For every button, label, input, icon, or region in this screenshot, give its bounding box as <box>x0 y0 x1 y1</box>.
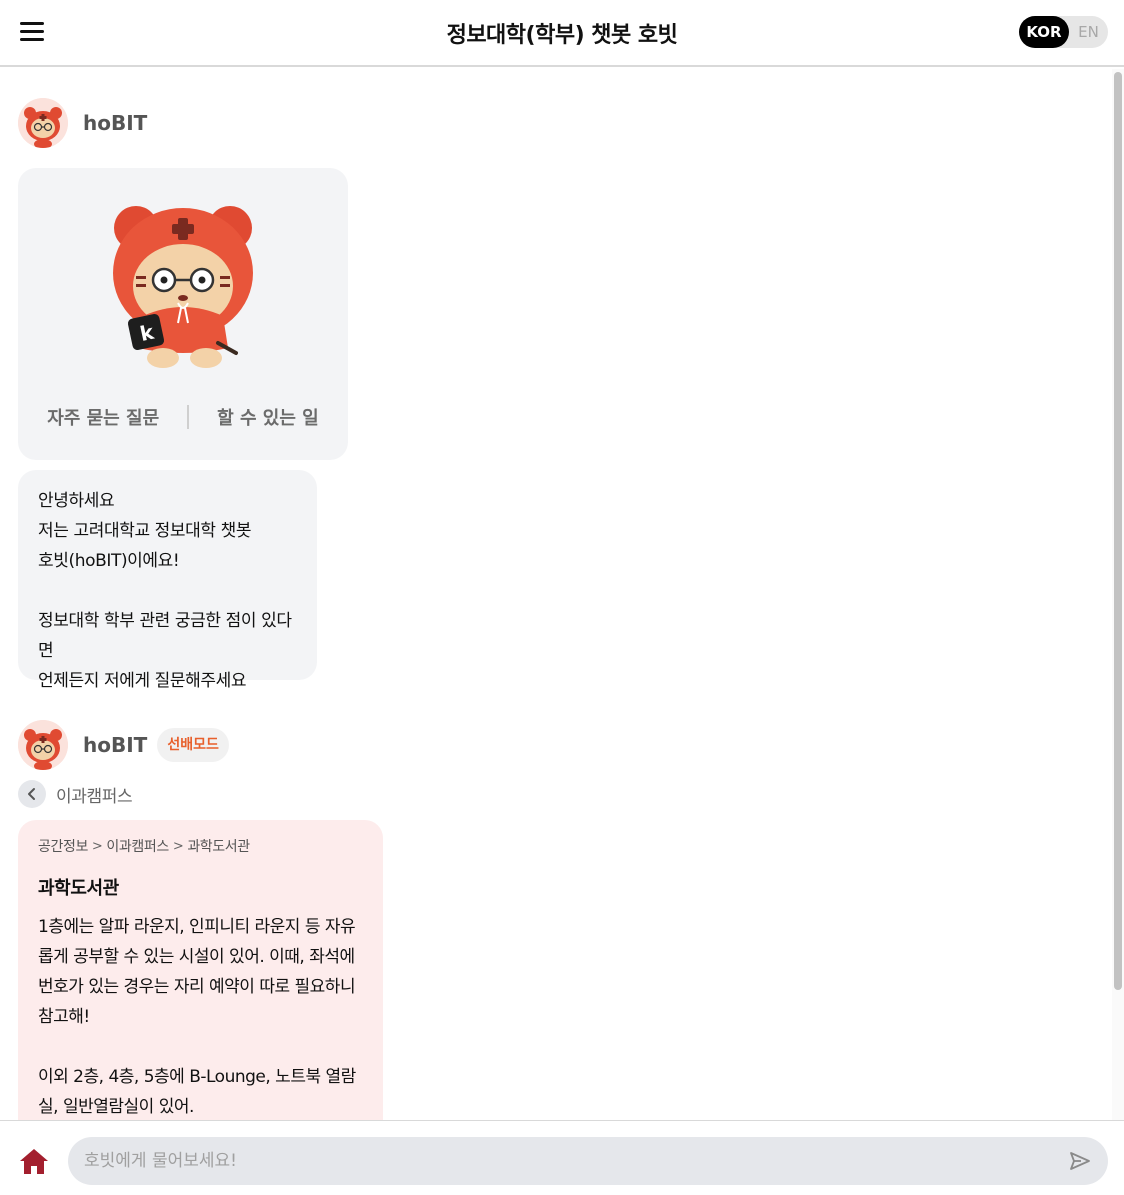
mascot-illustration: k <box>113 206 253 368</box>
welcome-card: k 자주 묻는 질문 할 수 있는 일 <box>18 168 348 460</box>
quick-links: 자주 묻는 질문 할 수 있는 일 <box>18 404 348 430</box>
chatbot-app: 정보대학(학부) 챗봇 호빗 KOR EN hoBIT k 자주 묻는 질문 할… <box>0 0 1124 1195</box>
breadcrumb-item: 이과캠퍼스 <box>106 839 169 855</box>
tiger-mascot-icon <box>18 98 68 148</box>
greeting-line: 저는 고려대학교 정보대학 챗봇 <box>38 521 252 541</box>
bot-avatar <box>18 720 68 770</box>
faq-link[interactable]: 자주 묻는 질문 <box>47 404 159 430</box>
back-button[interactable]: 이과캠퍼스 <box>18 780 133 808</box>
breadcrumb: 공간정보 > 이과캠퍼스 > 과학도서관 <box>38 836 363 856</box>
top-header: 정보대학(학부) 챗봇 호빗 KOR EN <box>0 0 1124 67</box>
chat-input-wrapper[interactable] <box>68 1137 1108 1185</box>
page-title: 정보대학(학부) 챗봇 호빗 <box>446 23 678 48</box>
chevron-right-icon: > <box>172 838 184 854</box>
back-label[interactable]: 이과캠퍼스 <box>56 782 133 807</box>
bot-name: hoBIT <box>83 733 148 757</box>
bot-avatar <box>18 98 68 148</box>
composer-bar <box>0 1120 1124 1195</box>
answer-title: 과학도서관 <box>38 878 119 899</box>
divider <box>187 405 190 429</box>
greeting-line: 언제든지 저에게 질문해주세요 <box>38 671 247 691</box>
lang-kor-button[interactable]: KOR <box>1019 16 1069 48</box>
language-toggle[interactable]: KOR EN <box>1019 16 1108 48</box>
greeting-message: 안녕하세요 저는 고려대학교 정보대학 챗봇 호빗(hoBIT)이에요! 정보대… <box>18 470 317 691</box>
breadcrumb-item: 과학도서관 <box>187 839 250 855</box>
chevron-left-icon[interactable] <box>18 780 46 808</box>
greeting-line: 호빗(hoBIT)이에요! <box>38 551 180 571</box>
greeting-line: 안녕하세요 <box>38 491 115 511</box>
scrollbar-thumb[interactable] <box>1114 72 1122 990</box>
breadcrumb-item: 공간정보 <box>38 839 88 855</box>
bot-header: hoBIT 선배모드 <box>18 720 229 770</box>
bot-header: hoBIT <box>18 98 147 148</box>
capabilities-link[interactable]: 할 수 있는 일 <box>217 404 319 430</box>
answer-card: 공간정보 > 이과캠퍼스 > 과학도서관 과학도서관 1층에는 알파 라운지, … <box>18 820 383 1120</box>
send-icon[interactable] <box>1069 1150 1091 1172</box>
chat-scroll-area[interactable]: hoBIT k 자주 묻는 질문 할 수 있는 일 안녕하세요 저는 고려대학교… <box>0 69 1124 1120</box>
bot-name: hoBIT <box>83 111 148 135</box>
answer-body: 1층에는 알파 라운지, 인피니티 라운지 등 자유롭게 공부할 수 있는 시설… <box>38 912 363 1120</box>
senior-mode-badge: 선배모드 <box>157 728 229 762</box>
answer-paragraph: 1층에는 알파 라운지, 인피니티 라운지 등 자유롭게 공부할 수 있는 시설… <box>38 917 356 1027</box>
home-icon[interactable] <box>19 1147 49 1175</box>
chat-input[interactable] <box>84 1137 1044 1185</box>
scrollbar-track[interactable] <box>1112 69 1124 1120</box>
tiger-mascot-icon <box>18 720 68 770</box>
chevron-right-icon: > <box>91 838 103 854</box>
lang-en-button[interactable]: EN <box>1069 16 1108 48</box>
greeting-line: 정보대학 학부 관련 궁금한 점이 있다면 <box>38 611 292 661</box>
answer-paragraph: 이외 2층, 4층, 5층에 B-Lounge, 노트북 열람실, 일반열람실이… <box>38 1067 356 1117</box>
